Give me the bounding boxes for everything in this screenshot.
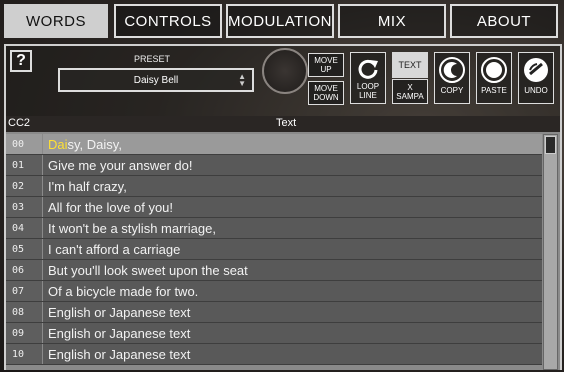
copy-label: COPY [440,86,464,95]
row-cc: 00 [6,134,42,154]
paste-label: PASTE [481,86,507,95]
row-cc: 02 [6,176,42,196]
tab-controls[interactable]: CONTROLS [114,4,222,38]
updown-arrows-icon: ▲ ▼ [238,72,246,88]
row-text[interactable]: Give me your answer do! [43,155,542,175]
row-text[interactable]: But you'll look sweet upon the seat [43,260,542,280]
tab-mix[interactable]: MIX [338,4,446,38]
table-row[interactable]: 02 I'm half crazy, [6,176,542,197]
row-text[interactable]: It won't be a stylish marriage, [43,218,542,238]
tab-words[interactable]: WORDS [4,4,108,38]
table-row[interactable]: 04 It won't be a stylish marriage, [6,218,542,239]
loop-line-label: LOOP LINE [356,82,380,100]
row-text[interactable]: English or Japanese text [43,323,542,343]
table-header: CC2 Text [6,116,560,132]
scrollbar-thumb[interactable] [545,136,556,154]
row-text[interactable]: I can't afford a carriage [43,239,542,259]
table-row[interactable]: 10 English or Japanese text [6,344,542,365]
row-text[interactable]: I'm half crazy, [43,176,542,196]
undo-icon [524,58,548,82]
preset-value: Daisy Bell [133,74,179,86]
row-cc: 10 [6,344,42,364]
table-row[interactable]: 01 Give me your answer do! [6,155,542,176]
table-row[interactable]: 09 English or Japanese text [6,323,542,344]
copy-button[interactable]: COPY [434,52,470,104]
text-mode-toggle[interactable]: TEXT [392,52,428,78]
row-text[interactable]: English or Japanese text [43,302,542,322]
row-text[interactable]: English or Japanese text [43,344,542,364]
table-rows: 00 Dai sy, Daisy, 01 Give me your answer … [6,134,542,365]
tab-about[interactable]: ABOUT [450,4,558,38]
tab-modulation[interactable]: MODULATION [226,4,334,38]
row-text-rest: sy, Daisy, [67,136,122,152]
copy-icon [439,57,465,83]
move-down-button[interactable]: MOVE DOWN [308,81,344,105]
undo-button[interactable]: UNDO [518,52,554,104]
highlighted-syllable: Dai [48,136,68,152]
loop-icon [358,59,378,79]
table-row[interactable]: 08 English or Japanese text [6,302,542,323]
row-cc: 09 [6,323,42,343]
row-cc: 08 [6,302,42,322]
help-button[interactable]: ? [10,50,32,72]
xsampa-mode-toggle[interactable]: X SAMPA [392,79,428,104]
row-cc: 04 [6,218,42,238]
preset-select[interactable]: Daisy Bell ▲ ▼ [58,68,254,92]
paste-icon [481,57,507,83]
column-header-text: Text [276,117,297,129]
row-cc: 03 [6,197,42,217]
table-row[interactable]: 05 I can't afford a carriage [6,239,542,260]
preset-label: PRESET [134,54,171,64]
undo-label: UNDO [524,86,548,95]
row-cc: 06 [6,260,42,280]
lyrics-table: CC2 Text 00 Dai sy, Daisy, 01 Give me you… [6,116,560,370]
paste-button[interactable]: PASTE [476,52,512,104]
tab-bar: WORDS CONTROLS MODULATION MIX ABOUT [0,0,564,40]
row-cc: 07 [6,281,42,301]
row-cc: 05 [6,239,42,259]
row-cc: 01 [6,155,42,175]
table-row[interactable]: 07 Of a bicycle made for two. [6,281,542,302]
row-text[interactable]: Dai sy, Daisy, [43,134,542,154]
column-header-cc: CC2 [8,117,31,129]
row-text[interactable]: Of a bicycle made for two. [43,281,542,301]
move-up-button[interactable]: MOVE UP [308,53,344,77]
knob[interactable] [262,48,308,94]
row-text[interactable]: All for the love of you! [43,197,542,217]
table-scrollbar[interactable] [543,134,558,370]
table-row[interactable]: 06 But you'll look sweet upon the seat [6,260,542,281]
table-row[interactable]: 03 All for the love of you! [6,197,542,218]
table-row[interactable]: 00 Dai sy, Daisy, [6,134,542,155]
loop-line-button[interactable]: LOOP LINE [350,52,386,104]
words-panel: ? PRESET Daisy Bell ▲ ▼ MOVE UP MOVE DOWN… [4,44,562,370]
